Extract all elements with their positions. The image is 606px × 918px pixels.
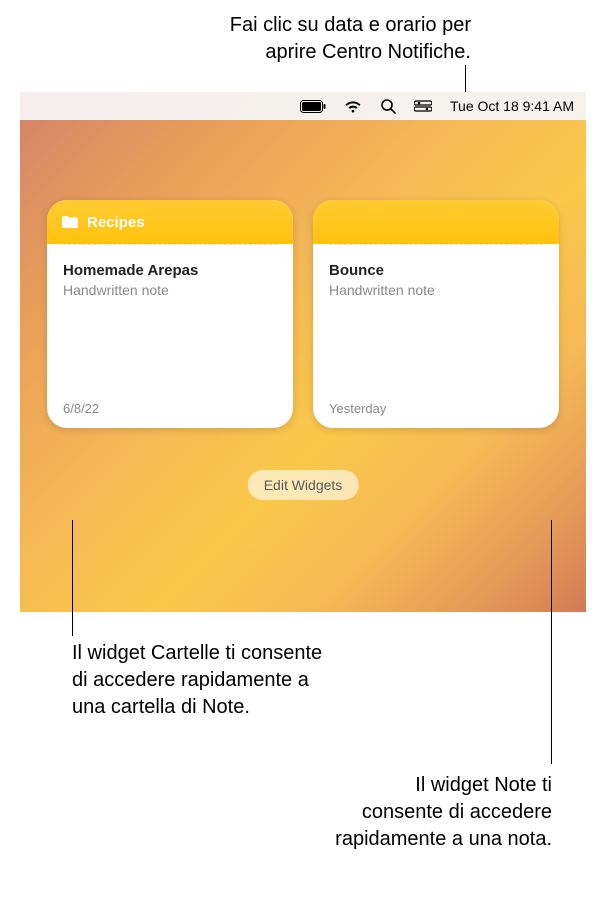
callout-text-line: di accedere rapidamente a <box>72 667 322 694</box>
note-subtitle: Handwritten note <box>63 282 277 298</box>
callout-leader-line <box>465 65 466 93</box>
note-date: 6/8/22 <box>63 401 277 416</box>
note-title: Bounce <box>329 262 543 279</box>
divider <box>329 244 543 245</box>
note-date: Yesterday <box>329 401 543 416</box>
callout-text-line: rapidamente a una nota. <box>335 826 552 853</box>
desktop-screenshot: Tue Oct 18 9:41 AM Recipes Homemade Arep… <box>20 92 586 612</box>
widget-header: Recipes <box>47 200 293 244</box>
menubar-datetime[interactable]: Tue Oct 18 9:41 AM <box>450 98 574 114</box>
note-title: Homemade Arepas <box>63 262 277 279</box>
callout-leader-line <box>72 520 73 636</box>
callout-text-line: Il widget Note ti <box>335 772 552 799</box>
folder-icon <box>61 215 79 229</box>
edit-widgets-button[interactable]: Edit Widgets <box>248 470 359 500</box>
callout-text-line: Fai clic su data e orario per <box>230 12 471 39</box>
callout-leader-line <box>551 520 552 764</box>
widget-body: Homemade Arepas Handwritten note 6/8/22 <box>47 244 293 428</box>
callout-text-line: aprire Centro Notifiche. <box>230 39 471 66</box>
widgets-container: Recipes Homemade Arepas Handwritten note… <box>20 120 586 428</box>
menubar: Tue Oct 18 9:41 AM <box>20 92 586 120</box>
widget-folder-title: Recipes <box>87 214 145 231</box>
widget-body: Bounce Handwritten note Yesterday <box>313 244 559 428</box>
callout-top-text: Fai clic su data e orario per aprire Cen… <box>230 12 471 66</box>
spotlight-icon[interactable] <box>380 98 396 114</box>
notes-folder-widget[interactable]: Recipes Homemade Arepas Handwritten note… <box>47 200 293 428</box>
callout-folder-widget-text: Il widget Cartelle ti consente di accede… <box>72 640 322 721</box>
callout-text-line: consente di accedere <box>335 799 552 826</box>
widget-header <box>313 200 559 244</box>
control-center-icon[interactable] <box>414 100 432 112</box>
callout-text-line: una cartella di Note. <box>72 694 322 721</box>
notes-note-widget[interactable]: Bounce Handwritten note Yesterday <box>313 200 559 428</box>
callout-note-widget-text: Il widget Note ti consente di accedere r… <box>335 772 552 853</box>
callout-text-line: Il widget Cartelle ti consente <box>72 640 322 667</box>
divider <box>63 244 277 245</box>
battery-icon[interactable] <box>300 100 326 113</box>
wifi-icon[interactable] <box>344 100 362 113</box>
note-subtitle: Handwritten note <box>329 282 543 298</box>
